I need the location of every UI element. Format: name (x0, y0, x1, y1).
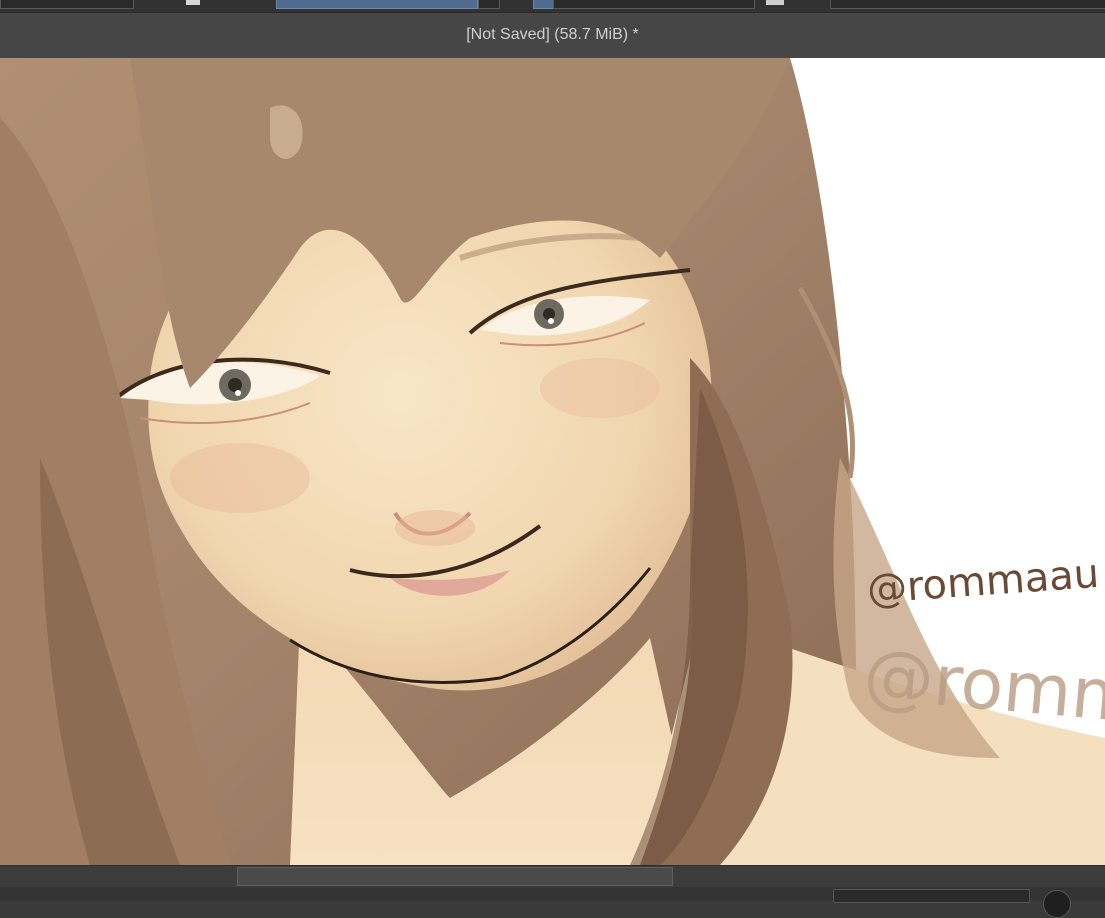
top-toolbar (0, 0, 1105, 13)
toolbar-field-far-right[interactable] (830, 0, 1105, 9)
left-blush (170, 443, 310, 513)
status-bar (0, 887, 1105, 918)
right-blush (540, 358, 660, 418)
toolbar-field-left[interactable] (0, 0, 134, 9)
toolbar-active-field[interactable] (276, 0, 478, 9)
document-title: [Not Saved] (58.7 MiB) * (466, 26, 639, 43)
toolbar-field-mid[interactable] (478, 0, 500, 9)
toolbar-small-icon[interactable] (186, 0, 200, 5)
document-title-bar: [Not Saved] (58.7 MiB) * (0, 13, 1105, 59)
toolbar-field-right[interactable] (553, 0, 755, 9)
painting-canvas[interactable]: @rommaau @romm (0, 58, 1105, 865)
grid-icon[interactable] (766, 0, 784, 5)
artwork: @rommaau @romm (0, 58, 1105, 865)
zoom-dial-icon[interactable] (1043, 890, 1071, 918)
horizontal-scrollbar-thumb[interactable] (237, 867, 673, 886)
toolbar-blue-swatch[interactable] (533, 0, 555, 9)
nose-shadow (395, 510, 475, 546)
horizontal-scrollbar[interactable] (0, 865, 1105, 888)
